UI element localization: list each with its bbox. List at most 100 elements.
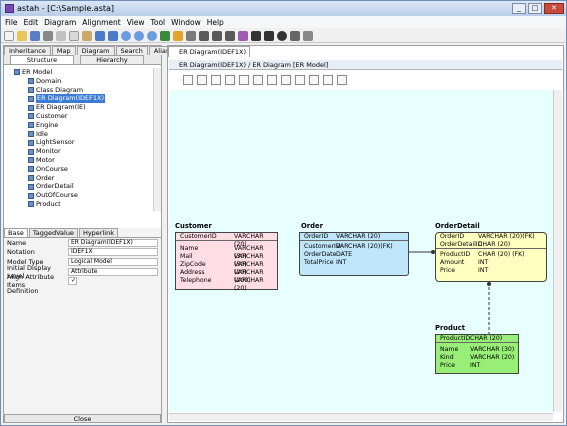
rectangle-tool-icon[interactable] [281,75,291,85]
tab-structure[interactable]: Structure [10,55,74,64]
menu-diagram[interactable]: Diagram [44,18,76,27]
align-checkbox[interactable]: ✓ [68,277,78,286]
tree-item[interactable]: ER Diagram(IE) [4,103,161,112]
entity-icon [28,183,34,190]
entity-customer[interactable]: CustomerID VARCHAR (20) Name VARCHAR (30) … [175,232,278,292]
tree-item[interactable]: LightSensor [4,138,161,147]
align-center-icon[interactable] [212,30,222,41]
color-icon[interactable] [238,30,248,41]
tree-item[interactable]: ER Model [4,68,161,77]
navigate-icon[interactable] [160,30,170,41]
zoom-in-icon[interactable] [121,30,131,41]
entity-orderdetail[interactable]: OrderID VARCHAR (20)(FK) OrderDetailID CHA… [435,232,547,282]
structure-tabs: Structure Hierarchy [4,55,161,65]
tree-item[interactable]: Class Diagram [4,86,161,95]
tab-search[interactable]: Search [115,46,148,55]
menu-help[interactable]: Help [207,18,224,27]
canvas-vertical-scrollbar[interactable] [553,90,562,412]
new-file-icon[interactable] [4,30,14,41]
menu-file[interactable]: File [5,18,18,27]
name-field[interactable]: ER Diagram(IDEF1X) [68,238,158,247]
open-folder-icon[interactable] [17,30,27,41]
close-window-button[interactable]: ✕ [544,3,564,14]
point-icon[interactable] [277,30,287,41]
non-identifying-tool-icon[interactable] [225,75,235,85]
tab-hierarchy[interactable]: Hierarchy [80,55,144,64]
model-type-select[interactable]: Logical Model [68,257,158,266]
entity-icon [28,201,34,208]
menu-tool[interactable]: Tool [151,18,166,27]
tree-scrollbar[interactable] [153,68,161,211]
line-width-icon[interactable] [264,30,274,41]
tree-item[interactable]: Product [4,200,161,209]
print-icon[interactable] [43,30,53,41]
entity-tool-icon[interactable] [197,75,207,85]
zoom-fit-icon[interactable] [147,30,157,41]
relationship-tool-icon[interactable] [211,75,221,85]
tree-item[interactable]: Monitor [4,147,161,156]
class-icon [28,192,34,199]
diagram-canvas[interactable]: Customer CustomerID VARCHAR (20) Name VARC… [169,90,553,412]
zoom-out-icon[interactable] [134,30,144,41]
main-toolbar [1,29,566,43]
diagram-tab[interactable]: ER Diagram(IDEF1X) [168,46,250,57]
tree-item[interactable]: Idle [4,130,161,139]
maximize-button[interactable]: □ [528,3,542,14]
layout-icon[interactable] [186,30,196,41]
menu-edit[interactable]: Edit [24,18,39,27]
subtype-tool-icon[interactable] [239,75,249,85]
line-tool-icon[interactable] [309,75,319,85]
domain-icon [28,78,34,85]
undo-icon[interactable] [95,30,105,41]
tab-map[interactable]: Map [51,46,76,55]
select-tool-icon[interactable] [183,75,193,85]
tree-item[interactable]: Engine [4,121,161,130]
tab-hyperlink[interactable]: Hyperlink [78,228,118,237]
attribute-row: TotalPrice INT [304,259,347,266]
tree-item-selected[interactable]: ER Diagram(IDEF1X) [4,94,161,104]
entity-name-product: Product [435,324,465,332]
arrow-icon[interactable] [173,30,183,41]
line-style-icon[interactable] [251,30,261,41]
display-level-select[interactable]: Attribute [68,267,158,276]
menu-window[interactable]: Window [171,18,201,27]
more-tools-icon[interactable] [303,30,313,41]
close-button[interactable]: Close [4,414,161,423]
tree-item[interactable]: Order [4,174,161,183]
menu-view[interactable]: View [127,18,145,27]
minimize-button[interactable]: _ [512,3,526,14]
tree-item[interactable]: OrderDetail [4,182,161,191]
tab-taggedvalue[interactable]: TaggedValue [28,228,78,237]
tree-item[interactable]: Motor [4,156,161,165]
cut-icon[interactable] [56,30,66,41]
note-tool-icon[interactable] [253,75,263,85]
entity-name-order: Order [301,222,323,230]
tree-item[interactable]: Domain [4,77,161,86]
menu-alignment[interactable]: Alignment [82,18,120,27]
text-tool-icon[interactable] [267,75,277,85]
project-view-tabs: Inheritance Map Diagram Search Alias [4,46,175,55]
grid-icon[interactable] [290,30,300,41]
tab-diagram[interactable]: Diagram [76,46,115,55]
canvas-horizontal-scrollbar[interactable] [169,413,553,421]
align-left-icon[interactable] [199,30,209,41]
ellipse-tool-icon[interactable] [295,75,305,85]
tab-inheritance[interactable]: Inheritance [4,46,51,55]
pk-row: OrderID VARCHAR (20)(FK) [440,233,535,240]
align-right-icon[interactable] [225,30,235,41]
entity-icon [28,174,34,181]
image-tool-icon[interactable] [323,75,333,85]
notation-select[interactable]: IDEF1X [68,248,158,257]
tab-base[interactable]: Base [4,228,28,237]
paste-icon[interactable] [82,30,92,41]
tree-item[interactable]: OnCourse [4,165,161,174]
entity-order[interactable]: OrderID VARCHAR (20) CustomerID VARCHAR (2… [299,232,409,276]
copy-icon[interactable] [69,30,79,41]
redo-icon[interactable] [108,30,118,41]
fit-tool-icon[interactable] [337,75,347,85]
tree-item[interactable]: OutOfCourse [4,191,161,200]
save-icon[interactable] [30,30,40,41]
attribute-row: CustomerID VARCHAR (20)(FK) [304,243,393,250]
entity-product[interactable]: ProductID CHAR (20) Name VARCHAR (30) Kind… [435,334,519,374]
tree-item[interactable]: Customer [4,112,161,121]
